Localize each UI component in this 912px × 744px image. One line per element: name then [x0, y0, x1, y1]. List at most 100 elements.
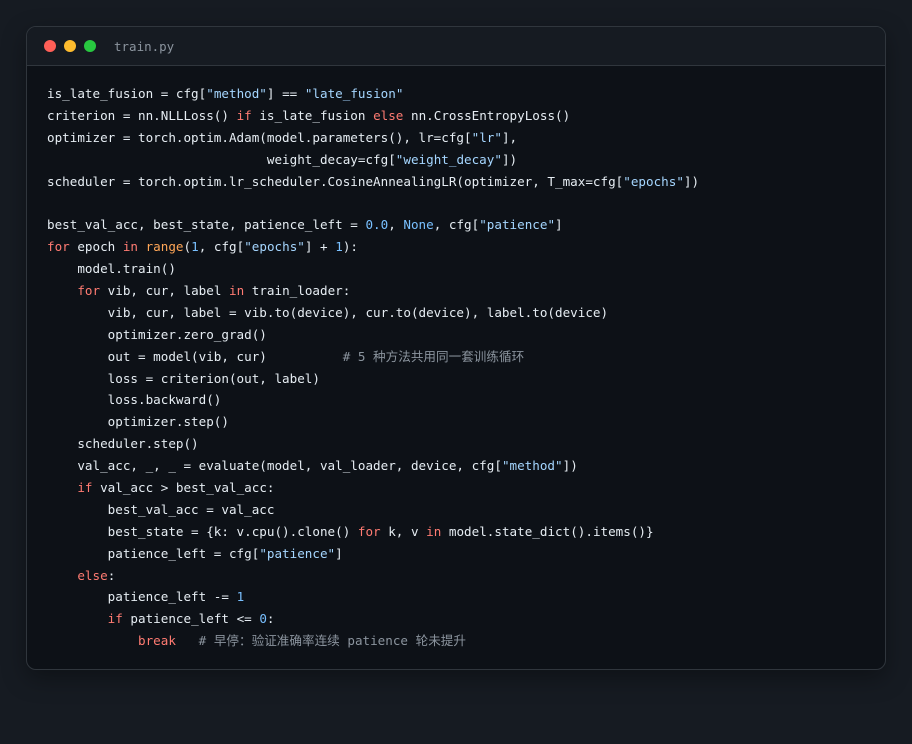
code-token: "method" — [501, 458, 563, 474]
file-name-label: train.py — [114, 38, 175, 54]
code-token: vib, cur, label — [100, 283, 229, 299]
code-token: break — [138, 633, 176, 649]
code-line: optimizer.zero_grad() — [47, 324, 865, 346]
code-token: patience_left <= — [122, 611, 260, 627]
code-token: loss = criterion(out, label) — [47, 370, 320, 386]
code-token: ] — [335, 545, 343, 561]
code-token: 0 — [259, 611, 267, 627]
code-line: loss.backward() — [47, 389, 865, 411]
code-token: best_state = {k: v.cpu().clone() — [47, 523, 358, 539]
code-token: criterion = nn.NLLLoss() — [47, 107, 237, 123]
code-token: if — [236, 107, 252, 123]
code-line: is_late_fusion = cfg["method"] == "late_… — [47, 83, 865, 105]
code-line: best_val_acc = val_acc — [47, 499, 865, 521]
code-token: 1 — [191, 239, 199, 255]
code-line: weight_decay=cfg["weight_decay"]) — [47, 149, 865, 171]
code-token: "epochs" — [244, 239, 305, 255]
code-token: 1 — [236, 589, 245, 605]
code-token: optimizer = torch.optim.Adam(model.param… — [47, 129, 472, 145]
zoom-window-dot-icon[interactable] — [84, 40, 96, 52]
code-window: train.py is_late_fusion = cfg["method"] … — [26, 26, 886, 670]
code-token: patience_left -= — [47, 589, 237, 605]
code-token: 0.0 — [365, 217, 389, 233]
code-line: else: — [47, 565, 865, 587]
code-line: break # 早停：验证准确率连续 patience 轮未提升 — [47, 630, 865, 652]
code-token: , cfg[ — [198, 239, 245, 255]
code-token: epoch — [69, 239, 123, 255]
code-token: in — [122, 239, 138, 255]
code-line: patience_left = cfg["patience"] — [47, 543, 865, 565]
code-line: optimizer = torch.optim.Adam(model.param… — [47, 127, 865, 149]
code-token: , cfg[ — [433, 217, 480, 233]
code-token: is_late_fusion — [251, 107, 374, 123]
code-token: is_late_fusion = cfg[ — [47, 86, 207, 101]
close-window-dot-icon[interactable] — [44, 40, 56, 52]
code-line: for vib, cur, label in train_loader: — [47, 280, 865, 302]
code-token: ] — [555, 217, 563, 233]
code-token: scheduler = torch.optim.lr_scheduler.Cos… — [47, 173, 624, 189]
code-block[interactable]: is_late_fusion = cfg["method"] == "late_… — [27, 66, 885, 652]
code-token: None — [403, 217, 434, 233]
code-token: ( — [183, 239, 192, 255]
code-token: ] + — [304, 239, 336, 255]
code-line: optimizer.step() — [47, 411, 865, 433]
code-token: else — [373, 107, 404, 123]
code-line: best_val_acc, best_state, patience_left … — [47, 214, 865, 236]
code-line: val_acc, _, _ = evaluate(model, val_load… — [47, 455, 865, 477]
code-line: vib, cur, label = vib.to(device), cur.to… — [47, 302, 865, 324]
code-token: best_val_acc = val_acc — [47, 501, 275, 517]
code-token: k, v — [380, 523, 427, 539]
code-token: vib, cur, label = vib.to(device), cur.to… — [47, 304, 609, 320]
code-token: for — [357, 523, 381, 539]
code-line: if val_acc > best_val_acc: — [47, 477, 865, 499]
code-token: : — [107, 567, 116, 583]
code-token: for — [47, 239, 70, 255]
code-token: ]) — [683, 173, 700, 189]
code-token: best_val_acc, best_state, patience_left … — [47, 217, 366, 233]
code-token: patience_left = cfg[ — [47, 545, 260, 561]
code-token: weight_decay=cfg[ — [47, 151, 396, 167]
code-token: ], — [501, 129, 518, 145]
code-line: best_state = {k: v.cpu().clone() for k, … — [47, 521, 865, 543]
code-line: scheduler = torch.optim.lr_scheduler.Cos… — [47, 171, 865, 193]
code-token: ): — [342, 239, 358, 255]
code-token: ]) — [501, 151, 518, 167]
title-bar: train.py — [27, 27, 885, 66]
code-token: in — [426, 523, 442, 539]
code-line: if patience_left <= 0: — [47, 608, 865, 630]
code-token: optimizer.zero_grad() — [47, 326, 267, 342]
code-line: loss = criterion(out, label) — [47, 368, 865, 390]
code-token: # 早停：验证准确率连续 patience 轮未提升 — [198, 633, 466, 649]
code-token: # 5 种方法共用同一套训练循环 — [342, 348, 525, 364]
code-line: patience_left -= 1 — [47, 586, 865, 608]
code-token: "weight_decay" — [395, 151, 502, 167]
code-token: model.state_dict().items()} — [441, 523, 654, 539]
code-token: out = model(vib, cur) — [47, 348, 343, 364]
code-token: val_acc > best_val_acc: — [92, 480, 275, 496]
code-token: "method" — [206, 86, 267, 101]
code-token: nn.CrossEntropyLoss() — [403, 107, 571, 123]
code-token: model.train() — [47, 261, 176, 277]
code-token: 1 — [335, 239, 343, 255]
code-line: out = model(vib, cur) # 5 种方法共用同一套训练循环 — [47, 346, 865, 368]
code-token: "lr" — [471, 129, 502, 145]
code-token: val_acc, _, _ = evaluate(model, val_load… — [47, 458, 502, 474]
code-token: else — [77, 567, 108, 583]
code-token: in — [229, 283, 245, 299]
code-token: if — [107, 611, 123, 627]
code-line: ​ — [47, 192, 865, 214]
code-token: optimizer.step() — [47, 414, 229, 430]
code-token: ] == — [266, 86, 305, 101]
code-token: , — [388, 217, 404, 233]
code-token: train_loader: — [244, 283, 351, 299]
code-token: : — [266, 611, 275, 627]
code-token: scheduler.step() — [47, 436, 199, 452]
code-token: "patience" — [259, 545, 336, 561]
minimize-window-dot-icon[interactable] — [64, 40, 76, 52]
